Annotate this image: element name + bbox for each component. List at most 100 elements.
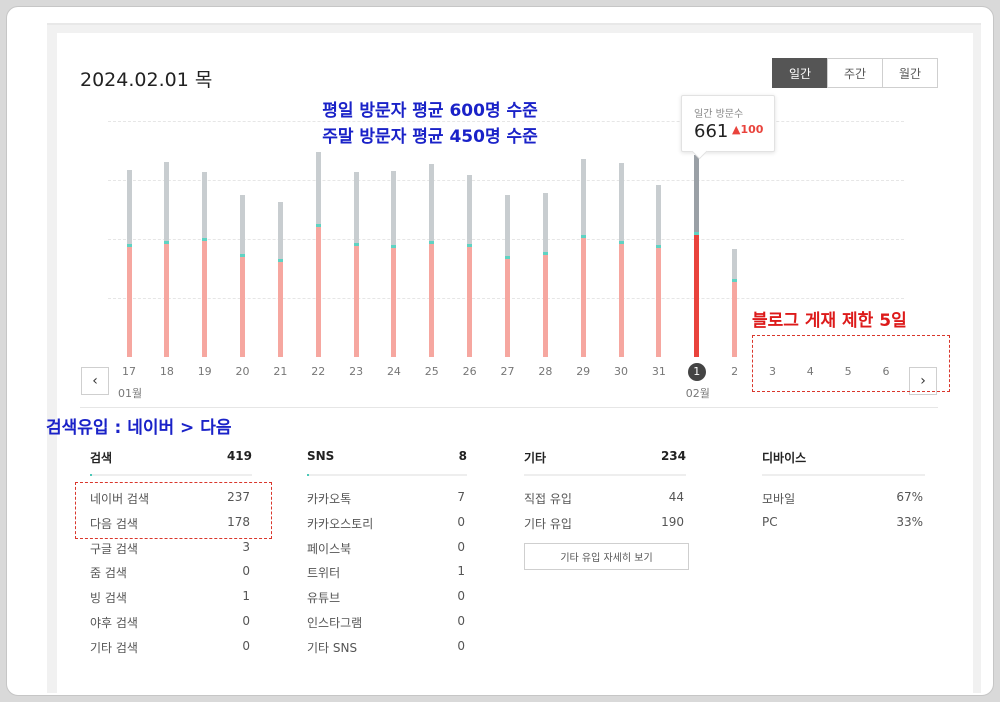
x-tick-label[interactable]: 21 (265, 365, 295, 378)
search-annotation: 검색유입 : 네이버 > 다음 (46, 418, 232, 438)
bar-segment[interactable] (580, 238, 586, 357)
stat-value: 0 (457, 614, 465, 628)
bar-segment[interactable] (505, 258, 510, 357)
bar-segment[interactable] (656, 248, 662, 357)
x-tick-label[interactable]: 2 (720, 365, 750, 378)
chart-gridline (108, 180, 904, 181)
section-title-sns: SNS (307, 449, 335, 463)
tooltip-value: 661 (694, 121, 729, 142)
section-rule-accent (307, 474, 309, 476)
stat-value: 1 (242, 589, 250, 604)
stat-label: 구글 검색 (90, 541, 138, 556)
tab-monthly[interactable]: 월간 (882, 58, 938, 88)
bar-segment[interactable] (240, 257, 246, 357)
x-tick-label[interactable]: 19 (190, 365, 220, 378)
x-tick-label[interactable]: 1 (687, 363, 706, 381)
other-detail-button[interactable]: 기타 유입 자세히 보기 (524, 543, 689, 570)
stat-label: 기타 SNS (307, 640, 358, 655)
stat-label: 카카오스토리 (307, 516, 374, 531)
bar-segment[interactable] (353, 246, 359, 357)
stat-value: 0 (457, 539, 465, 554)
stat-value: 7 (457, 490, 465, 504)
bar-segment[interactable] (391, 247, 397, 357)
x-tick-label[interactable]: 27 (493, 365, 523, 378)
x-tick-label[interactable]: 20 (228, 365, 258, 378)
section-rule-other (524, 474, 686, 476)
tooltip-delta: ▲100 (732, 123, 764, 136)
stat-value: 237 (227, 490, 250, 504)
section-title-device: 디바이스 (762, 451, 807, 465)
stat-value: 190 (661, 514, 684, 529)
x-tick-label[interactable]: 24 (379, 365, 409, 378)
weekend-annotation: 주말 방문자 평균 450명 수준 (322, 127, 538, 147)
bar-segment[interactable] (202, 241, 208, 357)
x-tick-label[interactable]: 23 (341, 365, 371, 378)
stat-value: 0 (242, 614, 250, 628)
bar-segment[interactable] (277, 262, 283, 357)
section-total-search: 419 (226, 449, 252, 463)
bar-segment[interactable] (164, 243, 170, 357)
stat-label: 줌 검색 (90, 566, 127, 581)
section-divider (80, 407, 938, 408)
chart-prev-button[interactable]: ‹ (81, 367, 109, 395)
selected-date: 2024.02.01 목 (80, 69, 213, 91)
stat-label: 인스타그램 (307, 616, 363, 630)
stat-value: 1 (457, 564, 465, 579)
bar-segment[interactable] (618, 243, 624, 357)
stat-value: 0 (457, 638, 465, 653)
section-rule-search (90, 474, 252, 476)
x-tick-label[interactable]: 28 (530, 365, 560, 378)
x-tick-label[interactable]: 29 (568, 365, 598, 378)
period-tabs: 일간 주간 월간 (772, 58, 938, 88)
stat-value: 0 (457, 589, 465, 604)
x-tick-label[interactable]: 22 (303, 365, 333, 378)
stat-label: 페이스북 (307, 541, 352, 556)
stat-label: 기타 유입 (524, 516, 572, 531)
section-rule-sns (307, 474, 467, 476)
stat-label: 트위터 (307, 566, 341, 581)
month-label: 02월 (685, 387, 710, 400)
bar-segment[interactable] (126, 246, 132, 357)
stat-value: 0 (242, 564, 250, 579)
x-tick-label[interactable]: 30 (606, 365, 636, 378)
stat-label: 다음 검색 (90, 516, 138, 531)
section-title-search: 검색 (90, 451, 113, 465)
stat-value: 67% (896, 490, 923, 504)
stat-label: 유튜브 (307, 591, 341, 606)
stat-label: 기타 검색 (90, 640, 138, 655)
stat-value: 3 (242, 539, 250, 554)
tooltip-label: 일간 방문수 (694, 109, 744, 120)
section-title-other: 기타 (524, 451, 547, 465)
x-tick-label[interactable]: 18 (152, 365, 182, 378)
bar-segment[interactable] (732, 282, 738, 357)
stat-value: 0 (242, 638, 250, 653)
stat-label: 야후 검색 (90, 616, 138, 630)
bar-segment[interactable] (429, 243, 435, 357)
section-rule-accent (90, 474, 92, 476)
section-total-other: 234 (660, 449, 686, 463)
stat-label: 모바일 (762, 492, 796, 506)
blog-limit-annotation: 블로그 게재 제한 5일 (752, 311, 907, 331)
bar-segment[interactable] (315, 227, 321, 357)
tab-daily[interactable]: 일간 (772, 58, 828, 88)
chevron-left-icon: ‹ (92, 373, 98, 389)
bar-segment[interactable] (694, 234, 700, 357)
blog-limit-highlight (752, 335, 950, 392)
tab-weekly[interactable]: 주간 (827, 58, 883, 88)
month-label: 01월 (118, 387, 143, 400)
stat-value: 33% (896, 514, 923, 529)
x-tick-label[interactable]: 25 (417, 365, 447, 378)
x-tick-label[interactable]: 31 (644, 365, 674, 378)
stat-value: 0 (457, 514, 465, 529)
x-tick-label[interactable]: 26 (455, 365, 485, 378)
stat-label: 카카오톡 (307, 492, 352, 506)
bar-segment[interactable] (467, 247, 473, 357)
stat-label: 빙 검색 (90, 591, 127, 606)
stat-label: 직접 유입 (524, 492, 572, 506)
visits-tooltip: 일간 방문수 661 ▲100 (681, 95, 775, 160)
section-rule-device (762, 474, 925, 476)
x-tick-label[interactable]: 17 (114, 365, 144, 378)
bar-segment[interactable] (542, 255, 548, 357)
stat-label: PC (762, 514, 778, 529)
stat-label: 네이버 검색 (90, 492, 150, 506)
